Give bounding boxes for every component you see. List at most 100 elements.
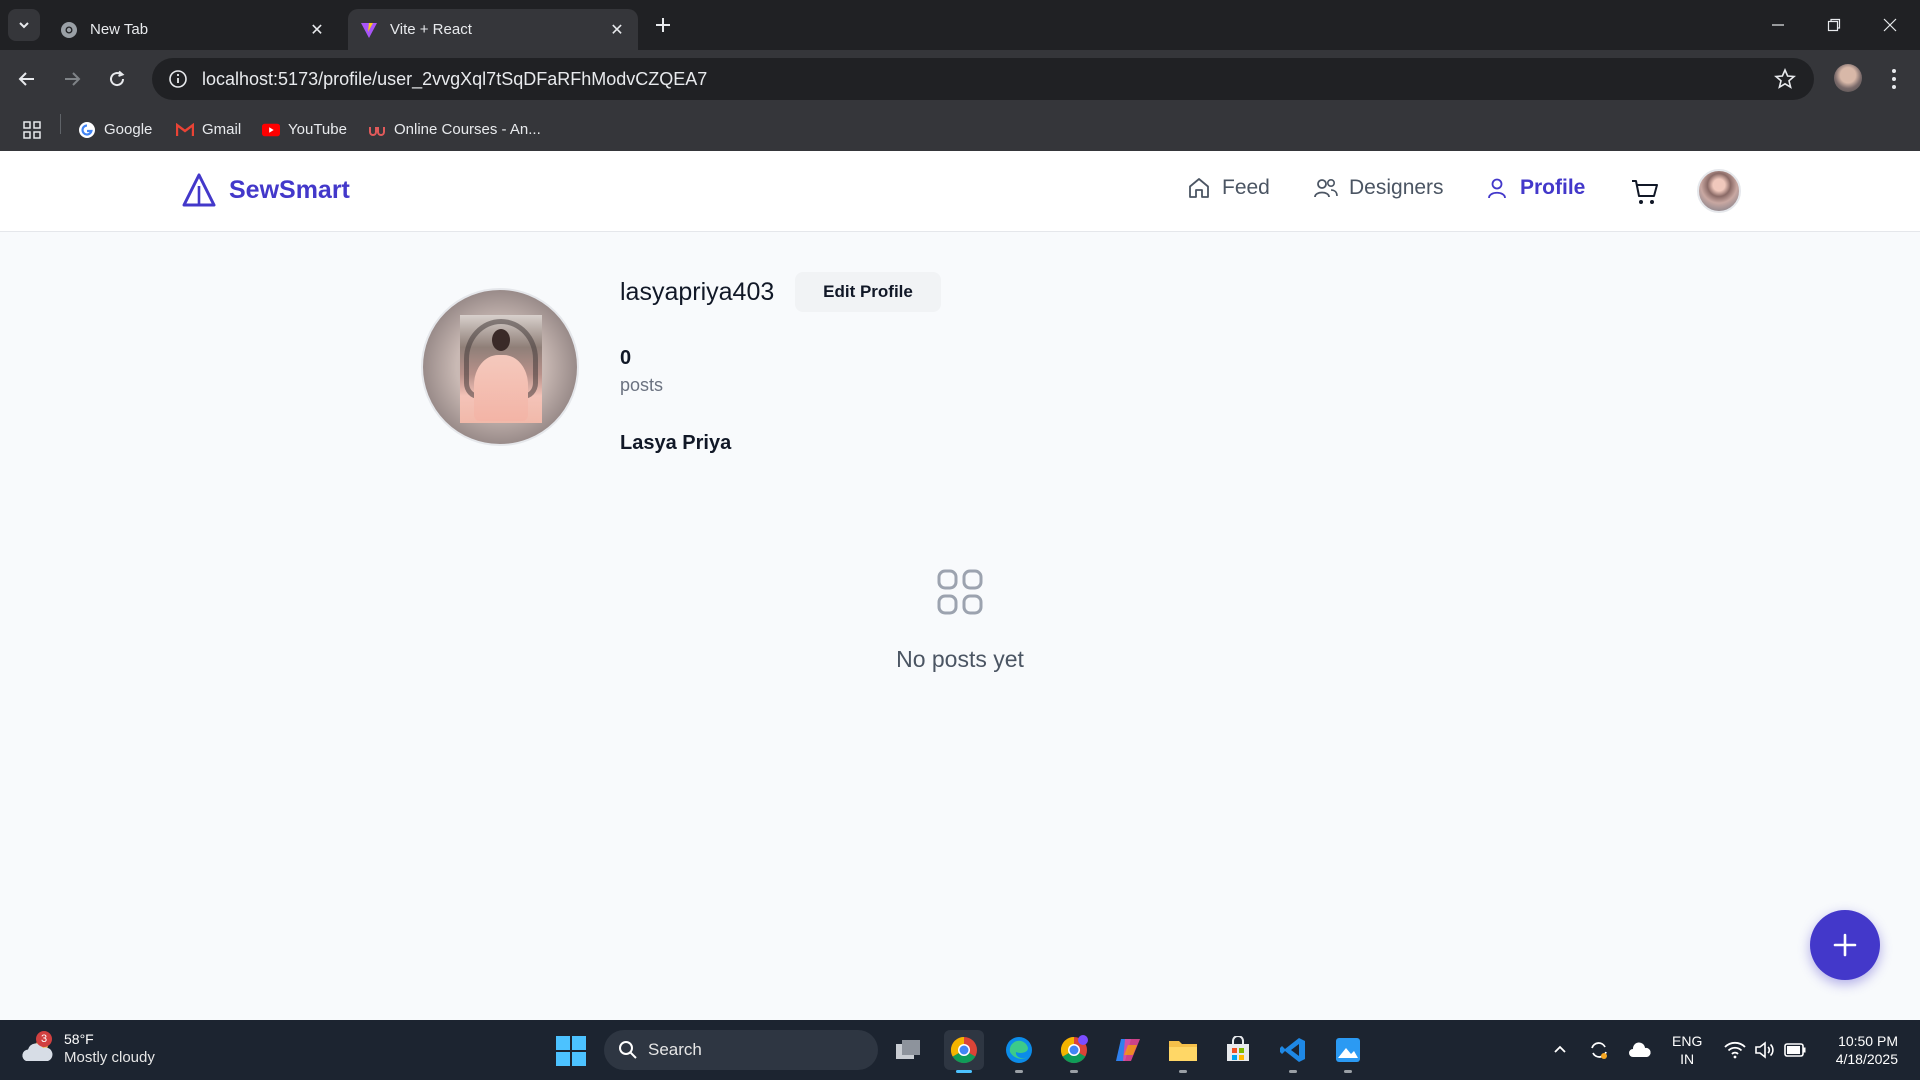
taskbar-vscode[interactable] (1273, 1030, 1313, 1073)
cloud-icon (1629, 1042, 1651, 1057)
weather-alert-badge: 3 (36, 1030, 52, 1047)
plus-icon (656, 18, 670, 32)
copilot-icon (1116, 1039, 1140, 1061)
apps-button[interactable] (22, 108, 42, 151)
windows-logo-icon (556, 1036, 570, 1050)
nav-label: Designers (1349, 176, 1444, 199)
grid-icon (937, 569, 983, 615)
profile-full-name: Lasya Priya (620, 432, 732, 454)
edit-profile-button[interactable]: Edit Profile (795, 272, 941, 312)
taskbar-chrome[interactable] (944, 1030, 984, 1073)
url-text: localhost:5173/profile/user_2vvgXql7tSqD… (202, 68, 708, 89)
start-button[interactable] (556, 1036, 586, 1066)
onedrive-status[interactable] (1628, 1020, 1652, 1080)
taskbar-edge[interactable] (999, 1030, 1039, 1073)
udemy-icon (368, 121, 386, 139)
clock[interactable]: 10:50 PM 4/18/2025 (1822, 1032, 1898, 1068)
user-icon (1484, 175, 1510, 201)
dot-icon (1892, 77, 1896, 81)
nav-designers[interactable]: Designers (1313, 175, 1444, 201)
forward-button[interactable] (55, 62, 89, 96)
edge-icon (1006, 1037, 1032, 1063)
home-icon (1186, 175, 1212, 201)
post-count-label: posts (620, 375, 664, 395)
taskbar-copilot[interactable] (1108, 1030, 1148, 1070)
restore-icon (1827, 18, 1841, 32)
taskbar-file-explorer[interactable] (1163, 1030, 1203, 1073)
browser-profile-avatar[interactable] (1834, 64, 1862, 92)
nav-feed[interactable]: Feed (1186, 175, 1270, 201)
close-window-button[interactable] (1862, 0, 1918, 50)
bookmark-star-icon[interactable] (1774, 67, 1796, 95)
vscode-icon (1280, 1038, 1305, 1062)
taskbar-search[interactable]: Search (604, 1030, 878, 1070)
taskbar-photos[interactable] (1328, 1030, 1368, 1073)
cart-button[interactable] (1630, 177, 1660, 207)
close-icon[interactable]: ✕ (308, 21, 326, 39)
site-info-icon[interactable] (158, 69, 198, 89)
dot-icon (1892, 85, 1896, 89)
bookmarks-bar: Google Gmail YouTube Online Courses - An… (0, 108, 1920, 151)
bookmark-youtube[interactable]: YouTube (262, 108, 347, 151)
language-indicator[interactable]: ENG IN (1672, 1032, 1702, 1068)
browser-menu-button[interactable] (1880, 64, 1908, 94)
empty-posts-message: No posts yet (896, 646, 1024, 672)
weather-widget[interactable]: 3 58°F Mostly cloudy (20, 1030, 155, 1067)
profile-picture (421, 288, 579, 446)
nav-label: Profile (1520, 176, 1586, 199)
gmail-icon (176, 121, 194, 139)
chrome-icon (1060, 1035, 1088, 1064)
language-code: ENG (1672, 1033, 1703, 1049)
taskbar-store[interactable] (1218, 1030, 1258, 1070)
address-bar[interactable]: localhost:5173/profile/user_2vvgXql7tSqD… (152, 58, 1814, 100)
photos-icon (1336, 1038, 1360, 1062)
brand-logo[interactable]: SewSmart (181, 172, 350, 208)
chrome-icon (950, 1036, 977, 1064)
bookmark-google[interactable]: Google (78, 108, 152, 151)
tab-search-button[interactable] (8, 9, 40, 41)
folder-icon (1169, 1041, 1197, 1061)
users-icon (1313, 175, 1339, 201)
chevron-up-icon (1554, 1045, 1566, 1053)
post-count: 0 (620, 347, 632, 369)
user-avatar[interactable] (1697, 169, 1741, 213)
region-code: IN (1680, 1051, 1695, 1067)
youtube-icon (262, 121, 280, 139)
sync-icon (1591, 1042, 1607, 1059)
minimize-button[interactable] (1750, 0, 1806, 50)
back-button[interactable] (10, 62, 44, 96)
create-post-button[interactable] (1810, 910, 1880, 980)
sewsmart-logo-icon (182, 173, 216, 207)
task-view-button[interactable] (888, 1030, 928, 1070)
volume-icon (1755, 1041, 1774, 1059)
restore-button[interactable] (1806, 0, 1862, 50)
wifi-icon (1724, 1041, 1746, 1059)
minimize-icon (1772, 24, 1784, 26)
browser-tabstrip: New Tab ✕ Vite + React ✕ (0, 0, 1920, 50)
bookmark-label: Online Courses - An... (394, 121, 541, 138)
volume-control[interactable] (1754, 1020, 1776, 1080)
battery-status[interactable] (1784, 1020, 1806, 1080)
sync-status[interactable] (1588, 1020, 1610, 1080)
nav-profile[interactable]: Profile (1484, 175, 1585, 201)
arrow-right-icon (65, 72, 81, 86)
reload-icon (110, 70, 125, 87)
bookmark-separator (60, 114, 61, 134)
show-hidden-icons-button[interactable] (1552, 1020, 1568, 1080)
browser-toolbar: localhost:5173/profile/user_2vvgXql7tSqD… (0, 50, 1920, 108)
apps-grid-icon (23, 120, 41, 139)
new-tab-button[interactable] (650, 12, 676, 38)
vite-icon (361, 22, 377, 38)
nav-label: Feed (1222, 176, 1270, 199)
reload-button[interactable] (100, 62, 134, 96)
tab-new-tab[interactable]: New Tab ✕ (48, 9, 338, 50)
tab-vite-react[interactable]: Vite + React ✕ (348, 9, 638, 50)
network-status[interactable] (1724, 1020, 1746, 1080)
taskbar-chrome-profile[interactable] (1054, 1030, 1094, 1073)
plus-icon (1833, 933, 1857, 957)
close-icon[interactable]: ✕ (608, 21, 626, 39)
bookmark-gmail[interactable]: Gmail (176, 108, 241, 151)
bookmark-online-courses[interactable]: Online Courses - An... (368, 108, 541, 151)
weather-temperature: 58°F (64, 1031, 94, 1047)
tab-title: Vite + React (390, 21, 472, 38)
